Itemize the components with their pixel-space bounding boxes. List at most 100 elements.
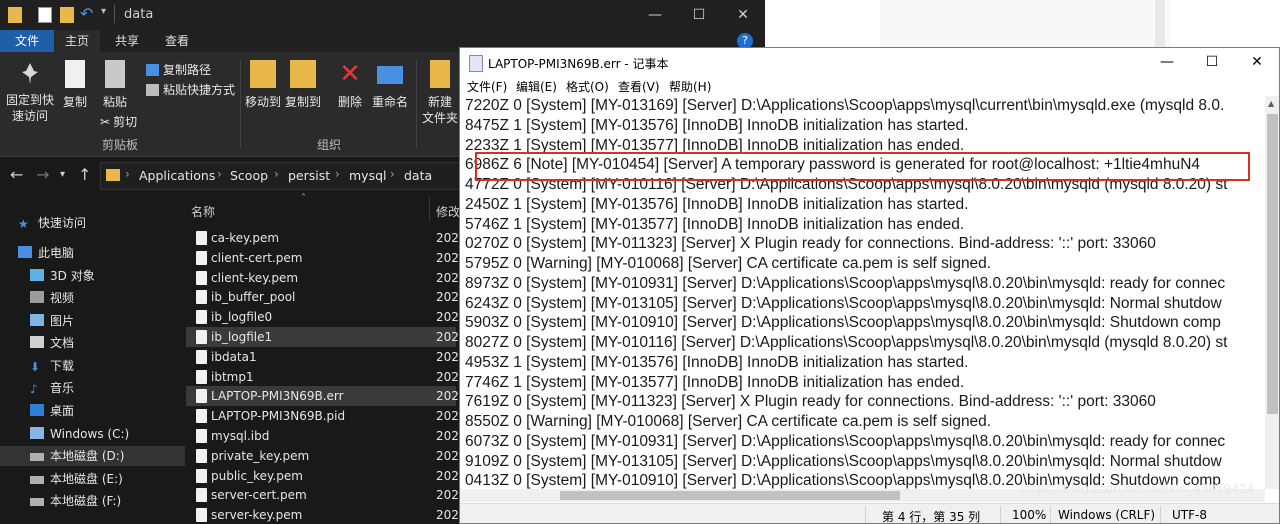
file-row[interactable]: ib_logfile1 202 xyxy=(186,327,459,347)
menu-format[interactable]: 格式(O) xyxy=(566,78,609,95)
copy-icon xyxy=(65,60,85,88)
tab-home[interactable]: 主页 xyxy=(54,30,100,52)
copy-to-button[interactable]: 复制到 xyxy=(284,60,322,110)
file-name: LAPTOP-PMI3N69B.err xyxy=(211,389,344,404)
download-arrow-icon: ⬇ xyxy=(30,360,41,374)
log-line: 8027Z 0 [System] [MY-010116] [Server] D:… xyxy=(465,334,1228,351)
menu-view[interactable]: 查看(V) xyxy=(618,78,660,95)
undo-icon[interactable]: ↶ xyxy=(80,4,93,23)
properties-icon[interactable] xyxy=(38,7,52,23)
file-row[interactable]: ib_buffer_pool 202 xyxy=(186,287,459,307)
file-row[interactable]: ibtmp1 202 xyxy=(186,367,459,387)
tab-share[interactable]: 共享 xyxy=(104,30,150,52)
nav-drive-f[interactable]: 本地磁盘 (F:) xyxy=(30,491,121,511)
file-name: ibtmp1 xyxy=(211,369,254,384)
customize-qat-icon[interactable]: ▾ xyxy=(101,6,106,17)
paste-button[interactable]: 粘贴 xyxy=(98,60,132,110)
paste-shortcut-button[interactable]: 粘贴快捷方式 xyxy=(146,82,235,98)
organize-group-label: 组织 xyxy=(317,138,342,152)
nav-documents[interactable]: 文档 xyxy=(30,333,74,353)
nav-downloads[interactable]: ⬇ 下载 xyxy=(30,356,74,376)
horizontal-scroll-thumb[interactable] xyxy=(560,491,900,500)
file-row[interactable]: LAPTOP-PMI3N69B.pid 202 xyxy=(186,406,459,426)
nav-pictures[interactable]: 图片 xyxy=(30,311,74,331)
nav-label: 下载 xyxy=(50,359,75,373)
log-line: 7746Z 1 [System] [MY-013577] [InnoDB] In… xyxy=(465,373,965,391)
file-row[interactable]: client-cert.pem 202 xyxy=(186,248,459,268)
menu-file[interactable]: 文件(F) xyxy=(467,78,507,95)
vertical-scrollbar[interactable]: ▲ xyxy=(1265,96,1279,489)
move-to-button[interactable]: 移动到 xyxy=(244,60,282,110)
delete-button[interactable]: ✕ 删除 xyxy=(334,60,366,110)
log-line: 5795Z 0 [Warning] [MY-010068] [Server] C… xyxy=(465,255,992,272)
menu-help[interactable]: 帮助(H) xyxy=(669,78,711,95)
vertical-scroll-thumb[interactable] xyxy=(1267,114,1278,414)
nav-drive-d[interactable]: 本地磁盘 (D:) xyxy=(0,446,185,466)
file-row[interactable]: server-cert.pem 202 xyxy=(186,485,459,505)
nav-drive-c[interactable]: Windows (C:) xyxy=(30,424,129,444)
menu-bar: 文件(F) 编辑(E) 格式(O) 查看(V) 帮助(H) xyxy=(460,77,1279,96)
file-row[interactable]: ib_logfile0 202 xyxy=(186,307,459,327)
copy-path-button[interactable]: 复制路径 xyxy=(146,62,211,78)
close-button[interactable]: ✕ xyxy=(1235,48,1279,77)
new-folder-button[interactable]: 新建 文件夹 xyxy=(420,60,460,126)
up-arrow-icon[interactable]: ↑ xyxy=(78,165,91,184)
file-name: server-key.pem xyxy=(211,508,303,523)
nav-videos[interactable]: 视频 xyxy=(30,288,74,308)
scroll-up-icon[interactable]: ▲ xyxy=(1268,99,1274,108)
file-icon xyxy=(196,448,207,463)
nav-quick-access[interactable]: ★ 快速访问 xyxy=(18,213,86,233)
column-modified[interactable]: 修改 xyxy=(436,203,460,220)
back-arrow-icon[interactable]: ← xyxy=(10,165,23,184)
menu-edit[interactable]: 编辑(E) xyxy=(516,78,557,95)
tab-view[interactable]: 查看 xyxy=(154,30,200,52)
copy-button[interactable]: 复制 xyxy=(58,60,92,110)
file-row[interactable]: client-key.pem 202 xyxy=(186,268,459,288)
tab-file[interactable]: 文件 xyxy=(0,30,54,52)
file-name: mysql.ibd xyxy=(211,429,270,443)
breadcrumb-scoop[interactable]: Scoop xyxy=(230,168,268,183)
file-row[interactable]: ibdata1 202 xyxy=(186,347,459,367)
background-scrollbar xyxy=(1155,0,1165,47)
log-line: 7220Z 0 [System] [MY-013169] [Server] D:… xyxy=(465,97,1225,114)
nav-3d-objects[interactable]: 3D 对象 xyxy=(30,266,95,286)
breadcrumb-mysql[interactable]: mysql xyxy=(349,168,387,183)
recent-locations-icon[interactable]: ▾ xyxy=(60,169,65,180)
file-row[interactable]: private_key.pem 202 xyxy=(186,446,459,466)
file-row[interactable]: LAPTOP-PMI3N69B.err 202 xyxy=(186,386,459,407)
rename-button[interactable]: 重命名 xyxy=(370,60,410,110)
file-row[interactable]: public_key.pem 202 xyxy=(186,466,459,486)
minimize-button[interactable]: — xyxy=(1145,48,1189,77)
breadcrumb-separator: › xyxy=(217,167,222,181)
log-line: 0270Z 0 [System] [MY-011323] [Server] X … xyxy=(465,235,1156,253)
file-row[interactable]: server-key.pem 202 xyxy=(186,505,459,524)
nav-music[interactable]: ♪ 音乐 xyxy=(30,378,74,398)
copy-path-label: 复制路径 xyxy=(163,63,212,77)
explorer-titlebar: ↶ ▾ data — ☐ ✕ xyxy=(0,0,765,30)
nav-label: 图片 xyxy=(50,314,75,328)
maximize-button[interactable]: ☐ xyxy=(1190,48,1234,77)
new-folder-icon[interactable] xyxy=(60,7,74,23)
close-button[interactable]: ✕ xyxy=(720,0,765,30)
file-row[interactable]: mysql.ibd 202 xyxy=(186,426,459,446)
file-row[interactable]: ca-key.pem 202 xyxy=(186,228,459,248)
pin-quick-access-button[interactable]: 固定到快速访问 xyxy=(4,60,56,124)
delete-x-icon: ✕ xyxy=(339,59,361,89)
maximize-button[interactable]: ☐ xyxy=(676,0,722,30)
nav-drive-e[interactable]: 本地磁盘 (E:) xyxy=(30,469,123,489)
nav-desktop[interactable]: 桌面 xyxy=(30,401,74,421)
drive-icon xyxy=(30,453,44,461)
column-name[interactable]: 名称 xyxy=(191,203,215,220)
breadcrumb-data[interactable]: data xyxy=(404,168,432,183)
log-line: 9109Z 0 [System] [MY-013105] [Server] D:… xyxy=(465,452,1222,470)
breadcrumb-applications[interactable]: Applications xyxy=(139,168,215,183)
breadcrumb-persist[interactable]: persist xyxy=(288,168,330,183)
paste-shortcut-label: 粘贴快捷方式 xyxy=(163,83,236,97)
cut-button[interactable]: ✂ 剪切 xyxy=(100,114,137,130)
file-name: ca-key.pem xyxy=(211,231,280,245)
line-ending: Windows (CRLF) xyxy=(1058,508,1156,522)
minimize-button[interactable]: — xyxy=(632,0,678,30)
nav-this-pc[interactable]: 此电脑 xyxy=(18,243,74,263)
forward-arrow-icon[interactable]: → xyxy=(36,165,49,184)
file-date: 202 xyxy=(436,389,459,404)
